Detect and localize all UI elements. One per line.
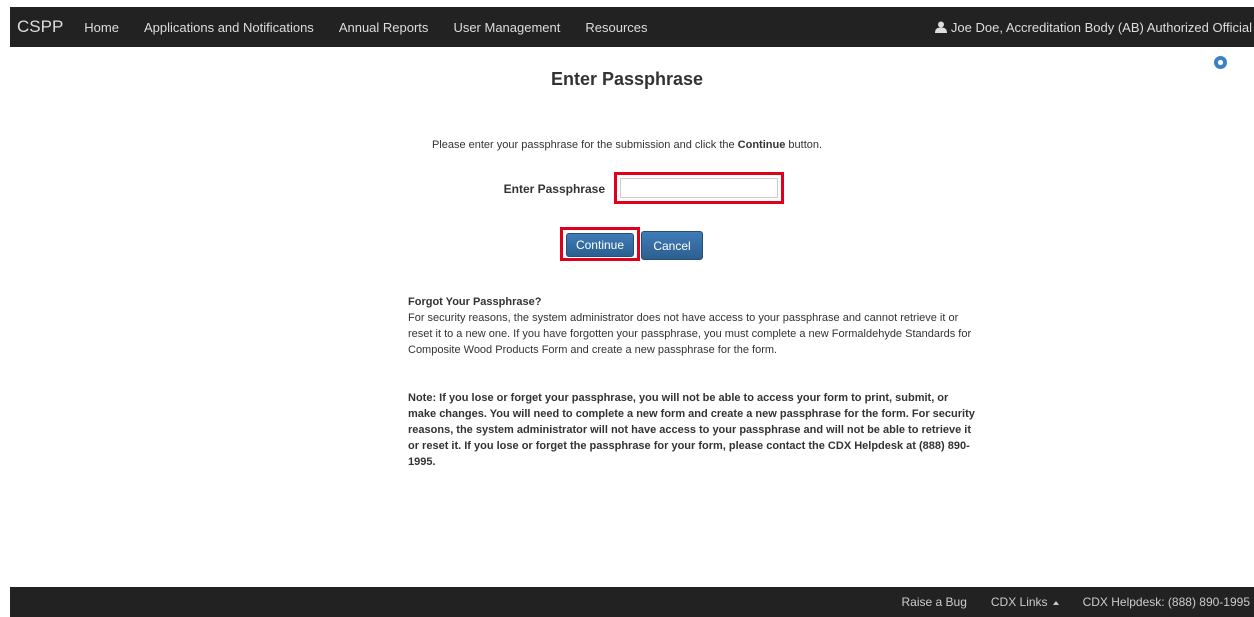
instruction-continue-word: Continue — [737, 139, 786, 151]
page-title: Enter Passphrase — [550, 69, 704, 89]
instruction-suffix: button. — [785, 139, 823, 151]
cancel-button[interactable]: Cancel — [641, 231, 703, 260]
help-icon[interactable] — [1214, 56, 1227, 69]
cdx-links-label: CDX Links — [990, 595, 1048, 609]
raise-bug-link[interactable]: Raise a Bug — [902, 595, 967, 609]
top-navbar: CSPP Home Applications and Notifications… — [10, 7, 1254, 47]
nav-annual-reports[interactable]: Annual Reports — [339, 20, 429, 35]
nav-user-management[interactable]: User Management — [453, 20, 560, 35]
passphrase-label: Enter Passphrase — [503, 182, 605, 196]
nav-resources[interactable]: Resources — [585, 20, 647, 35]
passphrase-input[interactable] — [620, 178, 778, 198]
continue-highlight: Continue — [560, 227, 640, 261]
instruction-text: Please enter your passphrase for the sub… — [0, 139, 1254, 151]
user-menu[interactable]: Joe Doe, Accreditation Body (AB) Authori… — [934, 19, 1252, 35]
footer-bar: Raise a Bug CDX Links CDX Helpdesk: (888… — [10, 587, 1254, 617]
forgot-passphrase-title: Forgot Your Passphrase? — [408, 296, 542, 308]
user-icon — [934, 21, 947, 33]
user-name-label: Joe Doe, Accreditation Body (AB) Authori… — [950, 19, 1252, 35]
caret-up-icon — [1052, 600, 1059, 605]
forgot-passphrase-section: Forgot Your Passphrase? For security rea… — [408, 294, 978, 358]
passphrase-highlight — [614, 172, 784, 204]
forgot-passphrase-text: For security reasons, the system adminis… — [408, 312, 972, 356]
nav-home[interactable]: Home — [84, 20, 119, 35]
note-text: Note: If you lose or forget your passphr… — [408, 392, 975, 468]
cdx-helpdesk-text: CDX Helpdesk: (888) 890-1995 — [1082, 595, 1250, 609]
nav-applications-and-notifications[interactable]: Applications and Notifications — [144, 20, 314, 35]
continue-button[interactable]: Continue — [566, 233, 634, 257]
instruction-prefix: Please enter your passphrase for the sub… — [431, 139, 738, 151]
brand-logo[interactable]: CSPP — [17, 17, 63, 37]
cdx-links-dropdown[interactable]: CDX Links — [991, 595, 1059, 609]
